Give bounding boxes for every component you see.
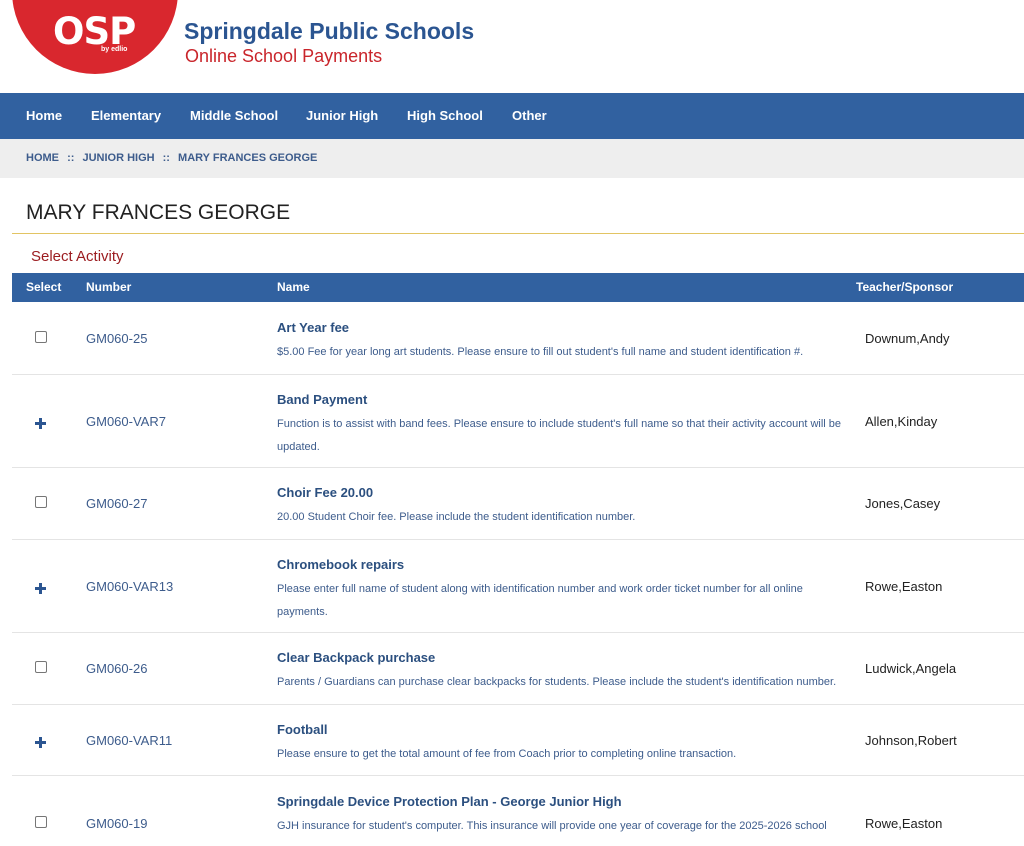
activity-description: 20.00 Student Choir fee. Please include … <box>277 511 636 523</box>
nav-item-junior-high[interactable]: Junior High <box>306 93 378 139</box>
activity-name[interactable]: Chromebook repairs <box>277 557 404 572</box>
select-checkbox[interactable] <box>35 661 47 673</box>
activity-name[interactable]: Art Year fee <box>277 320 349 335</box>
breadcrumb-separator: :: <box>162 152 170 164</box>
activity-description: $5.00 Fee for year long art students. Pl… <box>277 346 804 358</box>
activity-description: Please ensure to get the total amount of… <box>277 748 737 760</box>
activity-number: GM060-VAR11 <box>86 733 173 748</box>
select-checkbox[interactable] <box>35 816 47 828</box>
teacher-name: Allen,Kinday <box>865 414 938 429</box>
page-title: MARY FRANCES GEORGE <box>26 201 291 224</box>
table-row: GM060-VAR13 Chromebook repairs Please en… <box>12 540 1024 633</box>
breadcrumb-home[interactable]: HOME <box>26 152 59 164</box>
table-row: GM060-VAR7 Band Payment Function is to a… <box>12 375 1024 468</box>
select-checkbox[interactable] <box>35 331 47 343</box>
section-heading: Select Activity <box>31 248 124 265</box>
activity-description: Function is to assist with band fees. Pl… <box>277 418 842 453</box>
expand-plus-icon[interactable] <box>35 737 46 748</box>
title-divider <box>12 233 1024 234</box>
expand-plus-icon[interactable] <box>35 583 46 594</box>
column-header-number: Number <box>86 280 132 294</box>
main-nav: Home Elementary Middle School Junior Hig… <box>0 93 1024 139</box>
site-subtitle: Online School Payments <box>185 46 383 66</box>
breadcrumb-junior-high[interactable]: JUNIOR HIGH <box>82 152 154 164</box>
teacher-name: Rowe,Easton <box>865 816 943 831</box>
activity-description: GJH insurance for student's computer. Th… <box>277 820 827 832</box>
table-row: GM060-26 Clear Backpack purchase Parents… <box>12 633 1024 705</box>
table-row: GM060-25 Art Year fee $5.00 Fee for year… <box>12 302 1024 375</box>
table-header: Select Number Name Teacher/Sponsor <box>12 273 1024 302</box>
site-title[interactable]: Springdale Public Schools <box>184 17 474 45</box>
teacher-name: Rowe,Easton <box>865 579 943 594</box>
teacher-name: Ludwick,Angela <box>865 661 957 676</box>
activity-number: GM060-27 <box>86 496 148 511</box>
nav-item-middle-school[interactable]: Middle School <box>190 93 278 139</box>
site-header: OSP by edlio Springdale Public Schools O… <box>0 0 1024 93</box>
activity-number: GM060-25 <box>86 331 148 346</box>
activity-name[interactable]: Clear Backpack purchase <box>277 650 435 665</box>
nav-item-home[interactable]: Home <box>26 93 62 139</box>
column-header-name: Name <box>277 280 310 294</box>
teacher-name: Jones,Casey <box>865 496 941 511</box>
activity-number: GM060-VAR13 <box>86 579 174 594</box>
breadcrumb: HOME :: JUNIOR HIGH :: MARY FRANCES GEOR… <box>26 139 317 178</box>
nav-item-elementary[interactable]: Elementary <box>91 93 161 139</box>
table-row: GM060-27 Choir Fee 20.00 20.00 Student C… <box>12 468 1024 540</box>
activity-name[interactable]: Springdale Device Protection Plan - Geor… <box>277 794 622 809</box>
activity-number: GM060-26 <box>86 661 148 676</box>
expand-plus-icon[interactable] <box>35 418 46 429</box>
breadcrumb-bar: HOME :: JUNIOR HIGH :: MARY FRANCES GEOR… <box>0 139 1024 178</box>
activity-name[interactable]: Choir Fee 20.00 <box>277 485 373 500</box>
breadcrumb-current: MARY FRANCES GEORGE <box>178 152 318 164</box>
column-header-teacher: Teacher/Sponsor <box>856 280 954 294</box>
table-row: GM060-VAR11 Football Please ensure to ge… <box>12 705 1024 776</box>
activity-number: GM060-19 <box>86 816 148 831</box>
nav-item-high-school[interactable]: High School <box>407 93 483 139</box>
activity-description: Parents / Guardians can purchase clear b… <box>277 676 837 688</box>
table-row: GM060-19 Springdale Device Protection Pl… <box>12 776 1024 846</box>
breadcrumb-separator: :: <box>67 152 75 164</box>
osp-logo-subtext: by edlio <box>101 46 128 53</box>
select-checkbox[interactable] <box>35 496 47 508</box>
column-header-select: Select <box>26 280 62 294</box>
activity-name[interactable]: Football <box>277 722 328 737</box>
nav-item-other[interactable]: Other <box>512 93 547 139</box>
activity-number: GM060-VAR7 <box>86 414 166 429</box>
teacher-name: Johnson,Robert <box>865 733 957 748</box>
activity-description: Please enter full name of student along … <box>277 583 803 618</box>
teacher-name: Downum,Andy <box>865 331 950 346</box>
activity-name[interactable]: Band Payment <box>277 392 367 407</box>
